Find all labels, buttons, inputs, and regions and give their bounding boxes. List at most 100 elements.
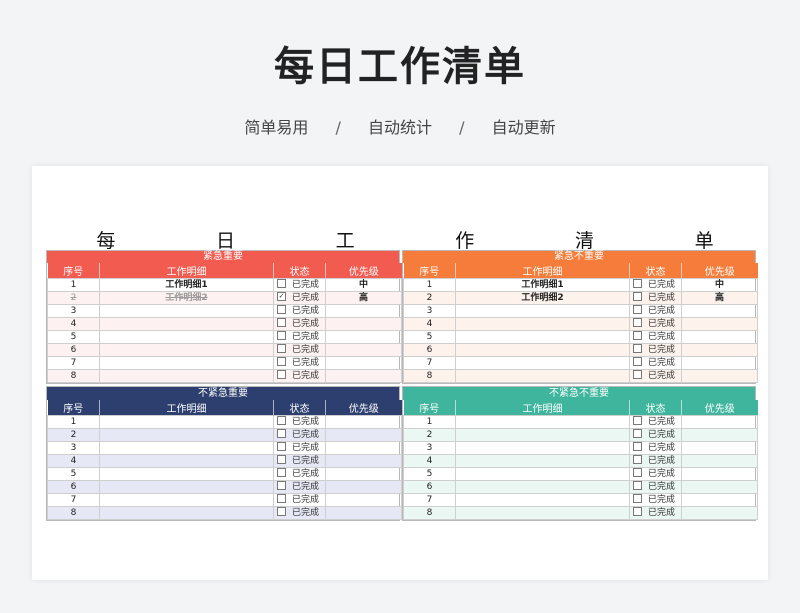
task-detail-cell[interactable] — [99, 454, 274, 468]
task-detail-cell[interactable] — [455, 356, 630, 370]
completed-checkbox[interactable] — [633, 455, 642, 464]
completed-checkbox[interactable] — [633, 494, 642, 503]
task-detail-cell[interactable] — [455, 317, 630, 331]
priority-cell[interactable] — [325, 480, 402, 494]
priority-cell[interactable] — [325, 506, 402, 520]
priority-cell[interactable] — [681, 356, 758, 370]
completed-checkbox[interactable] — [277, 442, 286, 451]
completed-checkbox[interactable] — [277, 468, 286, 477]
priority-cell[interactable] — [325, 369, 402, 383]
task-detail-cell[interactable] — [455, 304, 630, 318]
task-detail-cell[interactable]: 工作明细1 — [455, 278, 630, 292]
completed-checkbox[interactable] — [277, 507, 286, 516]
completed-checkbox[interactable] — [277, 344, 286, 353]
completed-checkbox[interactable] — [633, 318, 642, 327]
priority-cell[interactable] — [681, 317, 758, 331]
task-detail-cell[interactable] — [99, 330, 274, 344]
priority-cell[interactable] — [325, 441, 402, 455]
task-detail-cell[interactable] — [99, 493, 274, 507]
completed-checkbox[interactable] — [277, 455, 286, 464]
priority-cell[interactable] — [681, 304, 758, 318]
completed-checkbox[interactable] — [277, 318, 286, 327]
task-detail-cell[interactable] — [455, 330, 630, 344]
priority-cell[interactable] — [681, 480, 758, 494]
completed-checkbox[interactable] — [633, 507, 642, 516]
priority-cell[interactable]: 中 — [325, 278, 402, 292]
task-detail-cell[interactable] — [99, 317, 274, 331]
completed-checkbox[interactable] — [277, 494, 286, 503]
priority-cell[interactable] — [681, 506, 758, 520]
priority-cell[interactable] — [325, 493, 402, 507]
completed-checkbox[interactable] — [277, 305, 286, 314]
priority-cell[interactable] — [325, 415, 402, 429]
priority-cell[interactable] — [325, 343, 402, 357]
task-detail-cell[interactable] — [455, 493, 630, 507]
task-detail-cell[interactable] — [455, 480, 630, 494]
task-detail-cell[interactable] — [99, 343, 274, 357]
priority-cell[interactable] — [681, 467, 758, 481]
task-detail-cell[interactable] — [99, 441, 274, 455]
completed-checkbox[interactable]: ✓ — [277, 292, 286, 301]
completed-checkbox[interactable] — [277, 481, 286, 490]
priority-cell[interactable] — [325, 356, 402, 370]
priority-cell[interactable] — [681, 415, 758, 429]
priority-cell[interactable] — [325, 330, 402, 344]
priority-cell[interactable]: 中 — [681, 278, 758, 292]
completed-checkbox[interactable] — [633, 292, 642, 301]
priority-cell[interactable]: 高 — [681, 291, 758, 305]
priority-cell[interactable] — [325, 317, 402, 331]
completed-checkbox[interactable] — [633, 442, 642, 451]
task-detail-cell[interactable] — [455, 369, 630, 383]
priority-cell[interactable] — [681, 343, 758, 357]
task-detail-cell[interactable] — [455, 467, 630, 481]
row-number: 2 — [403, 428, 456, 442]
task-table: 序号 工作明细 状态 优先级 1 工作明细1 已完成中 2 工作明细2 ✓ 已完成高 3 已完成 4 已完成… — [47, 263, 402, 383]
completed-checkbox[interactable] — [633, 305, 642, 314]
task-detail-cell[interactable] — [455, 415, 630, 429]
task-detail-cell[interactable] — [99, 428, 274, 442]
completed-checkbox[interactable] — [633, 481, 642, 490]
priority-cell[interactable] — [681, 493, 758, 507]
task-detail-cell[interactable]: 工作明细1 — [99, 278, 274, 292]
priority-cell[interactable] — [325, 467, 402, 481]
task-detail-cell[interactable] — [455, 428, 630, 442]
task-detail-cell[interactable] — [455, 454, 630, 468]
priority-cell[interactable] — [681, 454, 758, 468]
priority-cell[interactable] — [325, 304, 402, 318]
task-detail-cell[interactable] — [99, 415, 274, 429]
completed-checkbox[interactable] — [277, 357, 286, 366]
completed-checkbox[interactable] — [633, 416, 642, 425]
completed-checkbox[interactable] — [633, 370, 642, 379]
completed-checkbox[interactable] — [633, 331, 642, 340]
priority-cell[interactable] — [681, 369, 758, 383]
completed-checkbox[interactable] — [277, 331, 286, 340]
task-detail-cell[interactable] — [99, 506, 274, 520]
task-detail-cell[interactable] — [455, 506, 630, 520]
completed-checkbox[interactable] — [633, 468, 642, 477]
task-detail-cell[interactable] — [99, 467, 274, 481]
completed-checkbox[interactable] — [277, 429, 286, 438]
priority-cell[interactable] — [681, 428, 758, 442]
completed-checkbox[interactable] — [633, 357, 642, 366]
task-detail-cell[interactable] — [99, 356, 274, 370]
completed-checkbox[interactable] — [633, 429, 642, 438]
priority-cell[interactable] — [325, 454, 402, 468]
priority-cell[interactable]: 高 — [325, 291, 402, 305]
completed-checkbox[interactable] — [633, 279, 642, 288]
task-detail-cell[interactable]: 工作明细2 — [99, 291, 274, 305]
task-table: 序号 工作明细 状态 优先级 1 已完成 2 已完成 3 已完成 4 已完成 5 已完成 6 已完成 7 已完成 8… — [47, 400, 402, 520]
task-detail-cell[interactable]: 工作明细2 — [455, 291, 630, 305]
status-cell: 已完成 — [629, 467, 682, 481]
task-detail-cell[interactable] — [99, 369, 274, 383]
task-detail-cell[interactable] — [455, 343, 630, 357]
completed-checkbox[interactable] — [277, 416, 286, 425]
completed-checkbox[interactable] — [633, 344, 642, 353]
completed-checkbox[interactable] — [277, 370, 286, 379]
priority-cell[interactable] — [681, 441, 758, 455]
task-detail-cell[interactable] — [99, 480, 274, 494]
priority-cell[interactable] — [325, 428, 402, 442]
task-detail-cell[interactable] — [455, 441, 630, 455]
priority-cell[interactable] — [681, 330, 758, 344]
task-detail-cell[interactable] — [99, 304, 274, 318]
completed-checkbox[interactable] — [277, 279, 286, 288]
